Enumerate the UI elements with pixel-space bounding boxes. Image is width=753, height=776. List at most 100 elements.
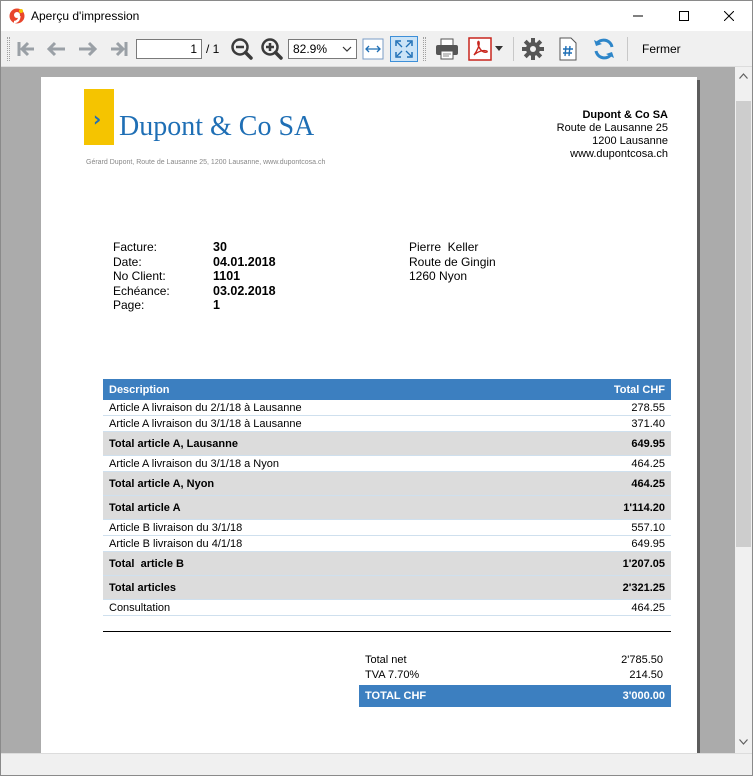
zoom-in-button[interactable] (259, 36, 285, 62)
arrow-left-icon (46, 41, 65, 57)
page-numbering-button[interactable] (555, 36, 581, 62)
row-description: Consultation (109, 601, 171, 614)
previous-page-button[interactable] (43, 36, 69, 62)
table-row: Article B livraison du 4/1/18 649.95 (103, 536, 671, 552)
arrow-right-icon (79, 41, 98, 57)
next-page-button[interactable] (75, 36, 101, 62)
printer-icon (436, 38, 458, 60)
scrollbar-thumb[interactable] (736, 101, 751, 547)
zoom-out-button[interactable] (229, 36, 255, 62)
row-description: Total article A, Lausanne (109, 437, 238, 450)
toolbar-grip (7, 37, 10, 61)
window-title: Aperçu d'impression (31, 9, 140, 23)
scroll-up-icon[interactable] (739, 73, 748, 79)
recipient-city: 1260 Nyon (409, 269, 468, 283)
minimize-button[interactable] (615, 1, 661, 31)
row-amount: 464.25 (631, 477, 665, 490)
fit-width-button[interactable] (361, 36, 385, 62)
row-amount: 1'207.05 (622, 557, 665, 570)
grand-total-value: 3'000.00 (622, 690, 665, 702)
table-bottom-rule (103, 631, 671, 632)
chevron-down-icon (342, 46, 352, 52)
vat-label: TVA 7.70% (365, 669, 420, 681)
row-description: Article A livraison du 3/1/18 a Nyon (109, 457, 279, 470)
row-description: Article A livraison du 2/1/18 à Lausanne (109, 401, 302, 414)
invoice-label: Facture: (113, 240, 158, 254)
app-icon (9, 8, 25, 24)
export-pdf-button[interactable] (465, 36, 505, 62)
vat-value: 214.50 (629, 669, 663, 681)
row-description: Article B livraison du 3/1/18 (109, 521, 243, 534)
fit-page-button[interactable] (390, 36, 418, 62)
preview-area[interactable]: › Dupont & Co SA Gérard Dupont, Route de… (1, 67, 735, 753)
status-bar (1, 753, 752, 775)
refresh-button[interactable] (590, 36, 618, 62)
row-amount: 278.55 (631, 401, 665, 414)
row-amount: 371.40 (631, 417, 665, 430)
invoice-label: Echéance: (113, 283, 170, 298)
page-total-label: / 1 (206, 42, 220, 56)
toolbar: 1 / 1 82.9% Fermer (1, 31, 752, 67)
net-total-value: 2'785.50 (621, 654, 663, 666)
table-row: Consultation 464.25 (103, 600, 671, 616)
company-city: 1200 Lausanne (592, 135, 668, 147)
row-description: Article A livraison du 3/1/18 à Lausanne (109, 417, 302, 430)
recipient-name: Pierre Keller (409, 240, 479, 254)
row-description: Total article B (109, 557, 184, 570)
row-amount: 1'114.20 (623, 501, 665, 514)
row-amount: 557.10 (631, 521, 665, 534)
maximize-button[interactable] (661, 1, 707, 31)
logo-subline: Gérard Dupont, Route de Lausanne 25, 120… (86, 159, 326, 166)
table-body: Article A livraison du 2/1/18 à Lausanne… (103, 400, 671, 616)
due-date: 03.02.2018 (213, 283, 276, 298)
grand-total-row: TOTAL CHF 3'000.00 (359, 685, 671, 707)
scroll-down-icon[interactable] (739, 739, 748, 745)
row-description: Total article A, Nyon (109, 477, 215, 490)
zoom-in-icon (261, 38, 283, 60)
logo-chevron-icon: › (93, 107, 102, 131)
vat-row: TVA 7.70% 214.50 (363, 669, 669, 681)
row-amount: 2'321.25 (622, 581, 665, 594)
table-total-row: Total article A 1'114.20 (103, 496, 671, 520)
table-total-row: Total article A, Lausanne 649.95 (103, 432, 671, 456)
invoice-table: Description Total CHF Article A livraiso… (103, 379, 671, 616)
invoice-page: › Dupont & Co SA Gérard Dupont, Route de… (41, 77, 697, 753)
net-total-row: Total net 2'785.50 (363, 654, 669, 666)
last-page-button[interactable] (105, 36, 131, 62)
print-preview-window: Aperçu d'impression 1 / 1 82.9% Fermer ›… (0, 0, 753, 776)
invoice-date: 04.01.2018 (213, 254, 276, 269)
fit-width-icon (362, 38, 384, 60)
invoice-label: Page: (113, 298, 145, 312)
client-number: 1101 (213, 269, 241, 283)
maximize-icon (679, 11, 689, 21)
first-page-icon (17, 41, 34, 57)
header-description: Description (109, 383, 170, 396)
table-total-row: Total article B 1'207.05 (103, 552, 671, 576)
header-total: Total CHF (613, 383, 665, 396)
grand-total-label: TOTAL CHF (365, 690, 427, 702)
close-preview-button[interactable]: Fermer (642, 42, 681, 56)
toolbar-grip (423, 37, 426, 61)
chevron-down-icon (494, 46, 503, 51)
table-header: Description Total CHF (103, 379, 671, 400)
last-page-icon (111, 41, 128, 57)
first-page-button[interactable] (15, 36, 39, 62)
fit-page-icon (395, 40, 413, 58)
recipient-street: Route de Gingin (409, 254, 496, 269)
close-window-button[interactable] (706, 1, 752, 31)
refresh-icon (594, 38, 614, 60)
settings-button[interactable] (519, 36, 547, 62)
logo-text: Dupont & Co SA (119, 111, 315, 142)
zoom-level-select[interactable]: 82.9% (288, 39, 357, 59)
logo-mark: › (84, 89, 114, 145)
gear-icon (522, 38, 544, 60)
row-description: Total article A (109, 501, 181, 514)
print-button[interactable] (433, 36, 461, 62)
toolbar-separator (627, 37, 628, 61)
table-total-row: Total articles 2'321.25 (103, 576, 671, 600)
minimize-icon (633, 15, 643, 17)
table-total-row: Total article A, Nyon 464.25 (103, 472, 671, 496)
company-address: Dupont & Co SA Route de Lausanne 25 1200… (557, 109, 668, 161)
page-number-input[interactable]: 1 (136, 39, 202, 59)
vertical-scrollbar[interactable] (735, 67, 752, 753)
